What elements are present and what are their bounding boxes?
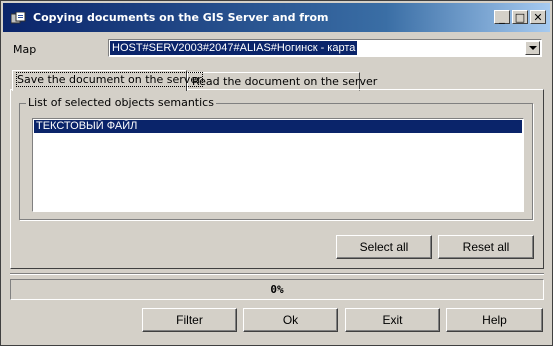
help-button[interactable]: Help [446, 308, 543, 332]
tab-read-label: Read the document on the server [192, 75, 378, 88]
exit-button[interactable]: Exit [345, 308, 440, 332]
progress-bar: 0% [10, 279, 544, 300]
maximize-button[interactable]: □ [512, 10, 528, 24]
list-item[interactable]: ТЕКСТОВЫЙ ФАЙЛ [34, 120, 522, 133]
close-button[interactable]: ✕ [530, 10, 546, 24]
map-label: Map [13, 43, 37, 56]
tab-save-document[interactable]: Save the document on the server [12, 70, 203, 91]
progress-text: 0% [270, 283, 284, 296]
filter-button[interactable]: Filter [142, 308, 237, 332]
documents-icon [11, 12, 26, 24]
semantics-list[interactable]: ТЕКСТОВЫЙ ФАЙЛ [32, 118, 524, 212]
title-bar[interactable]: Copying documents on the GIS Server and … [3, 3, 550, 32]
dialog-window: Copying documents on the GIS Server and … [0, 0, 553, 346]
map-select[interactable]: HOST#SERV2003#2047#ALIAS#Ногинск - карта [108, 39, 542, 57]
separator [10, 273, 544, 275]
semantics-group: List of selected objects semantics ТЕКСТ… [19, 96, 533, 220]
tab-panel: List of selected objects semantics ТЕКСТ… [10, 89, 544, 269]
semantics-group-label: List of selected objects semantics [26, 96, 216, 109]
chevron-down-icon[interactable] [525, 41, 540, 55]
minimize-button[interactable]: _ [494, 10, 510, 24]
window-title: Copying documents on the GIS Server and … [33, 11, 329, 24]
tab-save-label: Save the document on the server [16, 72, 203, 87]
map-select-value: HOST#SERV2003#2047#ALIAS#Ногинск - карта [110, 41, 358, 55]
reset-all-button[interactable]: Reset all [438, 235, 534, 259]
ok-button[interactable]: Ok [243, 308, 338, 332]
select-all-button[interactable]: Select all [336, 235, 432, 259]
